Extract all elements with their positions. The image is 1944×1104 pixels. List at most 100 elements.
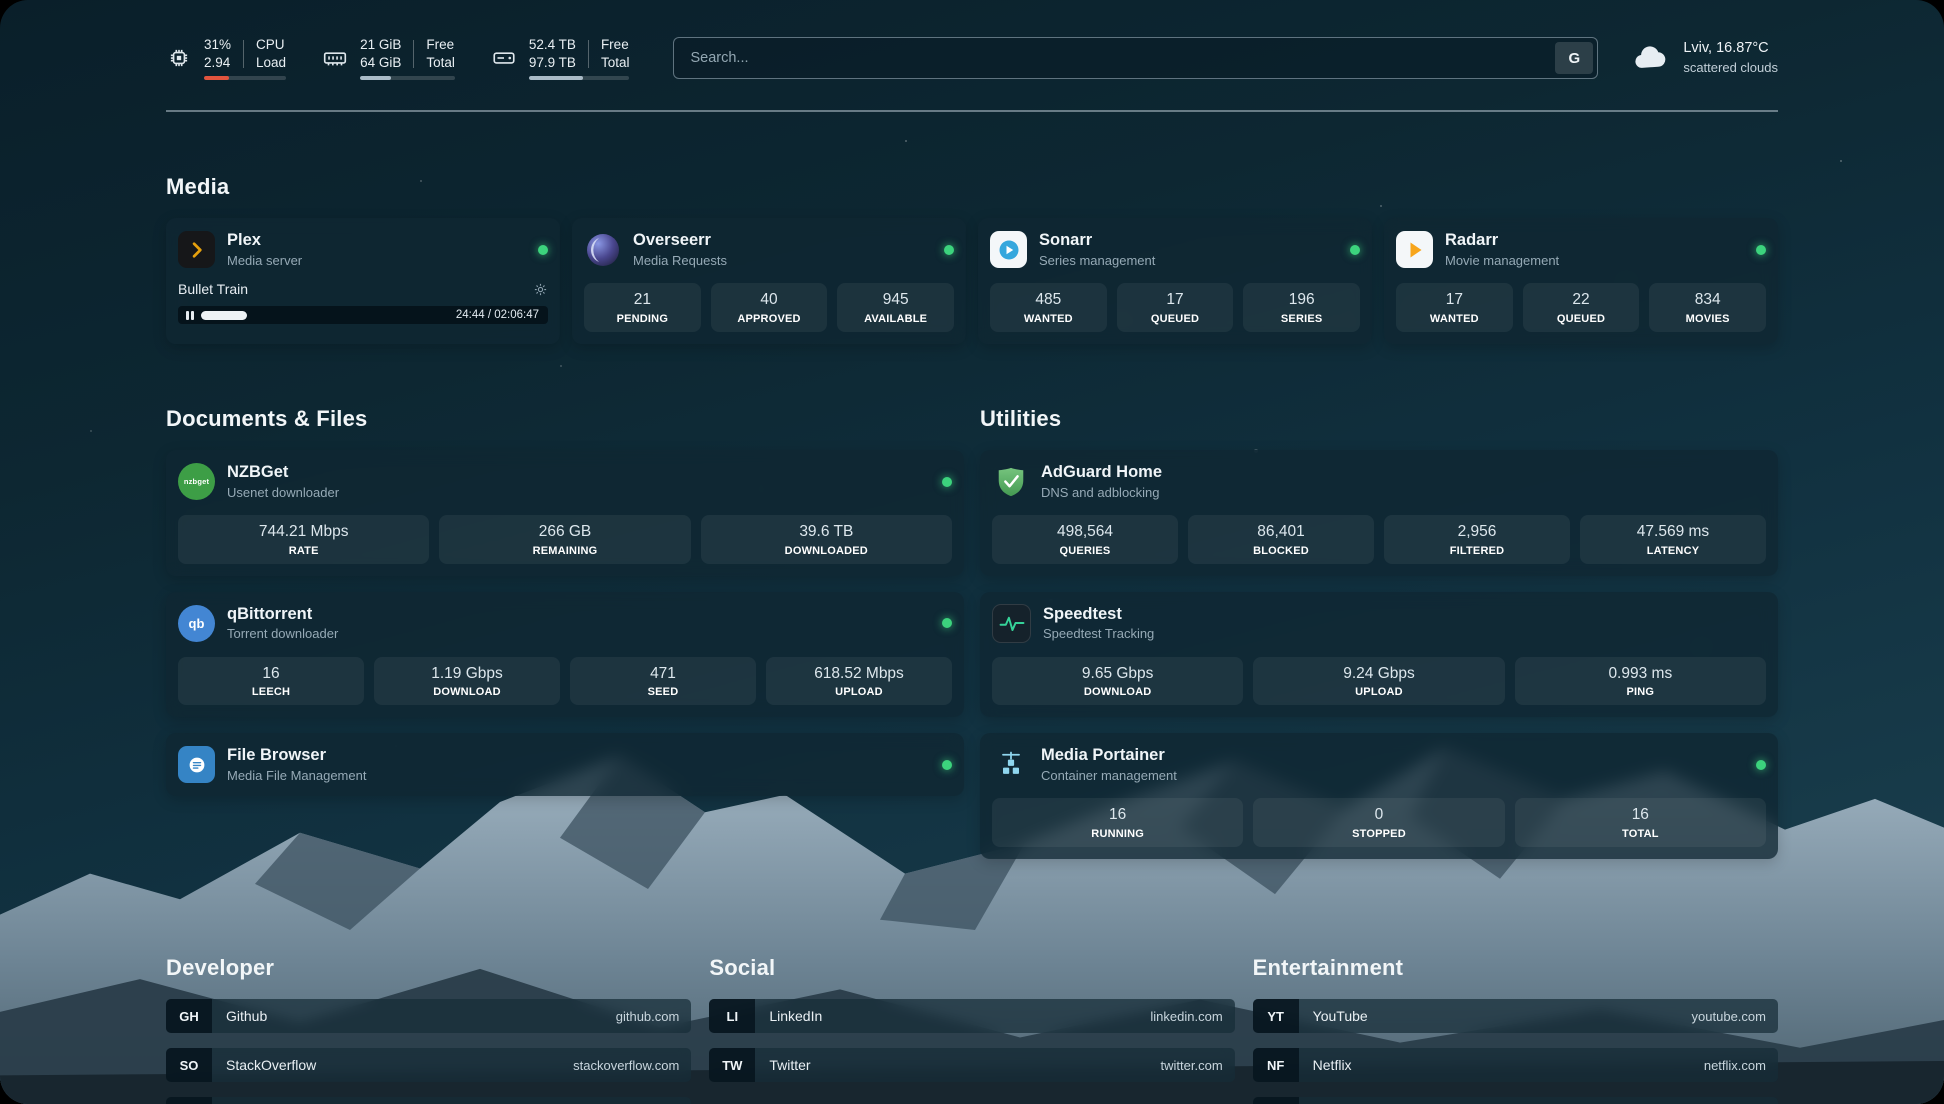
status-online-dot [1756,760,1766,770]
bookmark-reddit[interactable]: RE Reddit reddit.com [1253,1097,1778,1104]
service-card-radarr[interactable]: Radarr Movie management 17 WANTED 22 QUE… [1384,218,1778,343]
bookmark-linkedin[interactable]: LI LinkedIn linkedin.com [709,999,1234,1033]
plex-icon [178,231,215,268]
stat-ping: 0.993 ms PING [1515,657,1766,706]
qbittorrent-icon-text: qb [189,616,205,631]
bookmark-stackoverflow[interactable]: SO StackOverflow stackoverflow.com [166,1048,691,1082]
search-bar: G [673,37,1598,79]
section-developer: Developer GH Github github.com SO StackO… [166,937,691,1104]
now-playing-row: Bullet Train [178,281,548,297]
service-title: Radarr [1445,230,1559,251]
bookmark-name: Twitter [755,1057,810,1073]
search-engine-button[interactable]: G [1555,42,1593,74]
disk-usage-fill [529,76,583,80]
stat-queued: 17 QUEUED [1117,283,1234,332]
section-entertainment: Entertainment YT YouTube youtube.com NF … [1253,937,1778,1104]
stat-queued: 22 QUEUED [1523,283,1640,332]
service-card-adguard[interactable]: AdGuard Home DNS and adblocking 498,564 … [980,450,1778,575]
stat-value: 17 [1400,291,1509,310]
status-online-dot [942,477,952,487]
stat-filtered: 2,956 FILTERED [1384,515,1570,564]
service-subtitle: DNS and adblocking [1041,485,1162,501]
qbittorrent-icon: qb [178,605,215,642]
bookmark-url: github.com [616,1009,692,1024]
disk-icon [491,45,517,71]
stat-download: 9.65 Gbps DOWNLOAD [992,657,1243,706]
service-card-filebrowser[interactable]: File Browser Media File Management [166,733,964,796]
service-title: Plex [227,230,302,251]
playback-progress-bar[interactable]: 24:44 / 02:06:47 [178,306,548,324]
weather-location: Lviv, 16.87°C [1683,39,1778,59]
card-header: Media Portainer Container management [992,745,1766,784]
stat-label: TOTAL [1519,828,1762,840]
service-title: Speedtest [1043,604,1154,625]
service-subtitle: Usenet downloader [227,485,339,501]
bookmark-name: YouTube [1299,1008,1368,1024]
service-card-plex[interactable]: Plex Media server Bullet Train [166,218,560,343]
stat-value: 498,564 [996,523,1174,542]
stat-value: 266 GB [443,523,686,542]
stat-value: 0.993 ms [1519,665,1762,684]
service-card-overseerr[interactable]: Overseerr Media Requests 21 PENDING 40 A… [572,218,966,343]
bookmark-youtube[interactable]: YT YouTube youtube.com [1253,999,1778,1033]
search-input[interactable] [673,37,1598,79]
bookmark-github[interactable]: GH Github github.com [166,999,691,1033]
youtube-icon: YT [1253,999,1299,1033]
card-header: qb qBittorrent Torrent downloader [178,604,952,643]
section-title-utilities: Utilities [980,406,1778,432]
bookmark-dev[interactable]: DT DEV dev.to [166,1097,691,1104]
stars-decoration [0,0,2,2]
service-title: AdGuard Home [1041,462,1162,483]
stat-value: 39.6 TB [705,523,948,542]
bookmark-url: linkedin.com [1150,1009,1234,1024]
cloud-icon [1632,41,1670,76]
bookmark-twitter[interactable]: TW Twitter twitter.com [709,1048,1234,1082]
service-card-qbittorrent[interactable]: qb qBittorrent Torrent downloader 16 [166,592,964,717]
stat-value: 21 [588,291,697,310]
stat-wanted: 17 WANTED [1396,283,1513,332]
service-card-speedtest[interactable]: Speedtest Speedtest Tracking 9.65 Gbps D… [980,592,1778,718]
pause-icon[interactable] [186,311,194,320]
card-header: Plex Media server [178,230,548,269]
stat-label: STOPPED [1257,828,1500,840]
section-title-documents: Documents & Files [166,406,964,432]
service-subtitle: Movie management [1445,253,1559,269]
dashboard-screen: 31% 2.94 CPU Load [0,0,1944,1104]
divider [243,40,244,68]
service-title: File Browser [227,745,366,766]
stat-running: 16 RUNNING [992,798,1243,847]
card-header: AdGuard Home DNS and adblocking [992,462,1766,501]
stat-stopped: 0 STOPPED [1253,798,1504,847]
cpu-usage-bar [204,76,286,80]
stat-label: SEED [574,686,752,698]
linkedin-icon: LI [709,999,755,1033]
card-header: File Browser Media File Management [178,745,952,784]
twitter-icon: TW [709,1048,755,1082]
service-title: qBittorrent [227,604,338,625]
service-card-sonarr[interactable]: Sonarr Series management 485 WANTED 17 Q… [978,218,1372,343]
now-playing-title: Bullet Train [178,281,248,297]
stat-leech: 16 LEECH [178,657,364,706]
stat-blocked: 86,401 BLOCKED [1188,515,1374,564]
playback-time: 24:44 / 02:06:47 [456,309,539,321]
section-title-developer: Developer [166,955,691,981]
stat-value: 485 [994,291,1103,310]
stat-downloaded: 39.6 TB DOWNLOADED [701,515,952,564]
stat-value: 834 [1653,291,1762,310]
stat-value: 196 [1247,291,1356,310]
service-card-portainer[interactable]: Media Portainer Container management 16 … [980,733,1778,858]
settings-gear-icon[interactable] [533,282,548,297]
stat-label: DOWNLOADED [705,545,948,557]
stat-approved: 40 APPROVED [711,283,828,332]
stat-label: PENDING [588,313,697,325]
stat-label: QUERIES [996,545,1174,557]
stat-label: REMAINING [443,545,686,557]
section-documents: Documents & Files nzbget NZBGet Usenet d… [166,388,964,796]
filebrowser-icon [178,746,215,783]
service-title: Overseerr [633,230,727,251]
service-card-nzbget[interactable]: nzbget NZBGet Usenet downloader 744.21 M… [166,450,964,575]
divider [588,40,589,68]
section-social: Social LI LinkedIn linkedin.com TW Twitt… [709,937,1234,1104]
memory-label-line2: Total [426,54,455,72]
bookmark-netflix[interactable]: NF Netflix netflix.com [1253,1048,1778,1082]
